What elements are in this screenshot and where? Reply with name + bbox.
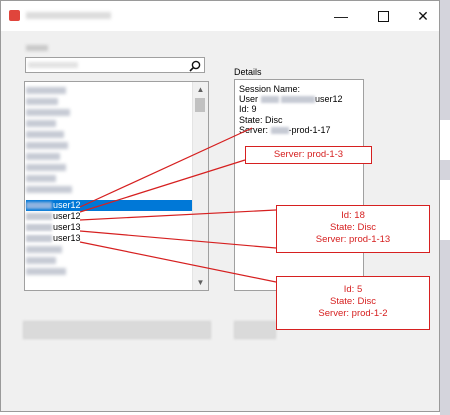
close-button[interactable]: ✕ <box>403 1 443 31</box>
list-item[interactable]: user13 <box>26 222 81 233</box>
state-line: State: Disc <box>239 114 283 125</box>
list-item[interactable] <box>26 129 64 140</box>
list-item-label: user12 <box>53 200 81 210</box>
background-segment <box>440 180 450 240</box>
annotation-callout-1: Server: prod-1-3 <box>245 146 372 164</box>
maximize-icon <box>377 10 389 22</box>
details-label: Details <box>234 67 262 77</box>
minimize-button[interactable]: — <box>321 1 361 31</box>
background-strip <box>440 0 450 415</box>
list-item[interactable] <box>26 184 72 195</box>
list-item-label: user13 <box>53 233 81 243</box>
list-item[interactable] <box>26 107 70 118</box>
list-item[interactable] <box>26 173 56 184</box>
scroll-up-icon[interactable]: ▲ <box>193 82 208 97</box>
title-bar[interactable]: — ✕ <box>1 1 439 31</box>
details-panel: Session Name: User user12 Id: 9 State: D… <box>234 79 364 291</box>
app-icon <box>9 10 20 21</box>
list-scrollbar[interactable]: ▲ ▼ <box>192 82 208 290</box>
scroll-down-icon[interactable]: ▼ <box>193 275 208 290</box>
server-line: Server: -prod-1-17 <box>239 124 331 135</box>
list-item[interactable] <box>26 255 56 266</box>
session-name-label: Session Name: <box>239 84 301 94</box>
annotation-callout-3: Id: 5 State: Disc Server: prod-1-2 <box>276 276 430 330</box>
search-icon[interactable] <box>189 60 201 72</box>
users-label-redacted <box>26 45 48 51</box>
list-item-selected[interactable]: user12 <box>26 200 196 211</box>
user-line: User user12 <box>239 94 343 105</box>
annotation-callout-2: Id: 18 State: Disc Server: prod-1-13 <box>276 205 430 253</box>
maximize-button[interactable] <box>363 1 403 31</box>
id-line: Id: 9 <box>239 104 257 115</box>
background-segment <box>440 120 450 160</box>
list-item[interactable]: user12 <box>26 211 81 222</box>
list-item[interactable]: user13 <box>26 233 81 244</box>
close-icon: ✕ <box>417 7 429 24</box>
window-title-redacted <box>26 12 111 19</box>
search-input[interactable] <box>25 57 205 73</box>
list-item[interactable] <box>26 266 66 277</box>
action-button-redacted[interactable] <box>23 321 211 339</box>
list-item[interactable] <box>26 244 62 255</box>
list-item[interactable] <box>26 118 56 129</box>
session-list[interactable]: user12 user12 user13 user13 ▲ ▼ <box>24 81 209 291</box>
list-item-label: user12 <box>53 211 81 221</box>
minimize-icon: — <box>334 8 348 24</box>
secondary-button-redacted[interactable] <box>234 321 276 339</box>
scroll-thumb[interactable] <box>195 98 205 112</box>
list-item[interactable] <box>26 162 66 173</box>
list-item[interactable] <box>26 151 60 162</box>
list-item[interactable] <box>26 85 66 96</box>
list-item[interactable] <box>26 140 68 151</box>
list-item[interactable] <box>26 96 58 107</box>
search-text-redacted <box>28 62 78 68</box>
list-item-label: user13 <box>53 222 81 232</box>
